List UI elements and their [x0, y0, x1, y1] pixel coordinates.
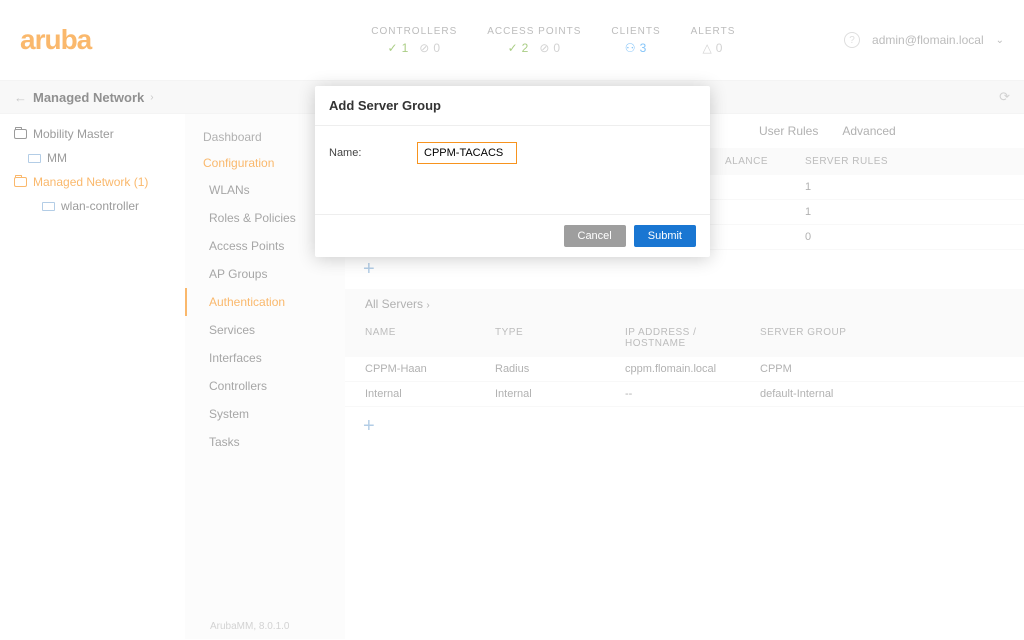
cancel-button[interactable]: Cancel — [564, 225, 626, 247]
dialog-title: Add Server Group — [315, 86, 710, 126]
name-label: Name: — [329, 147, 409, 159]
add-server-group-dialog: Add Server Group Name: Cancel Submit — [315, 86, 710, 257]
submit-button[interactable]: Submit — [634, 225, 696, 247]
name-input[interactable] — [417, 142, 517, 164]
